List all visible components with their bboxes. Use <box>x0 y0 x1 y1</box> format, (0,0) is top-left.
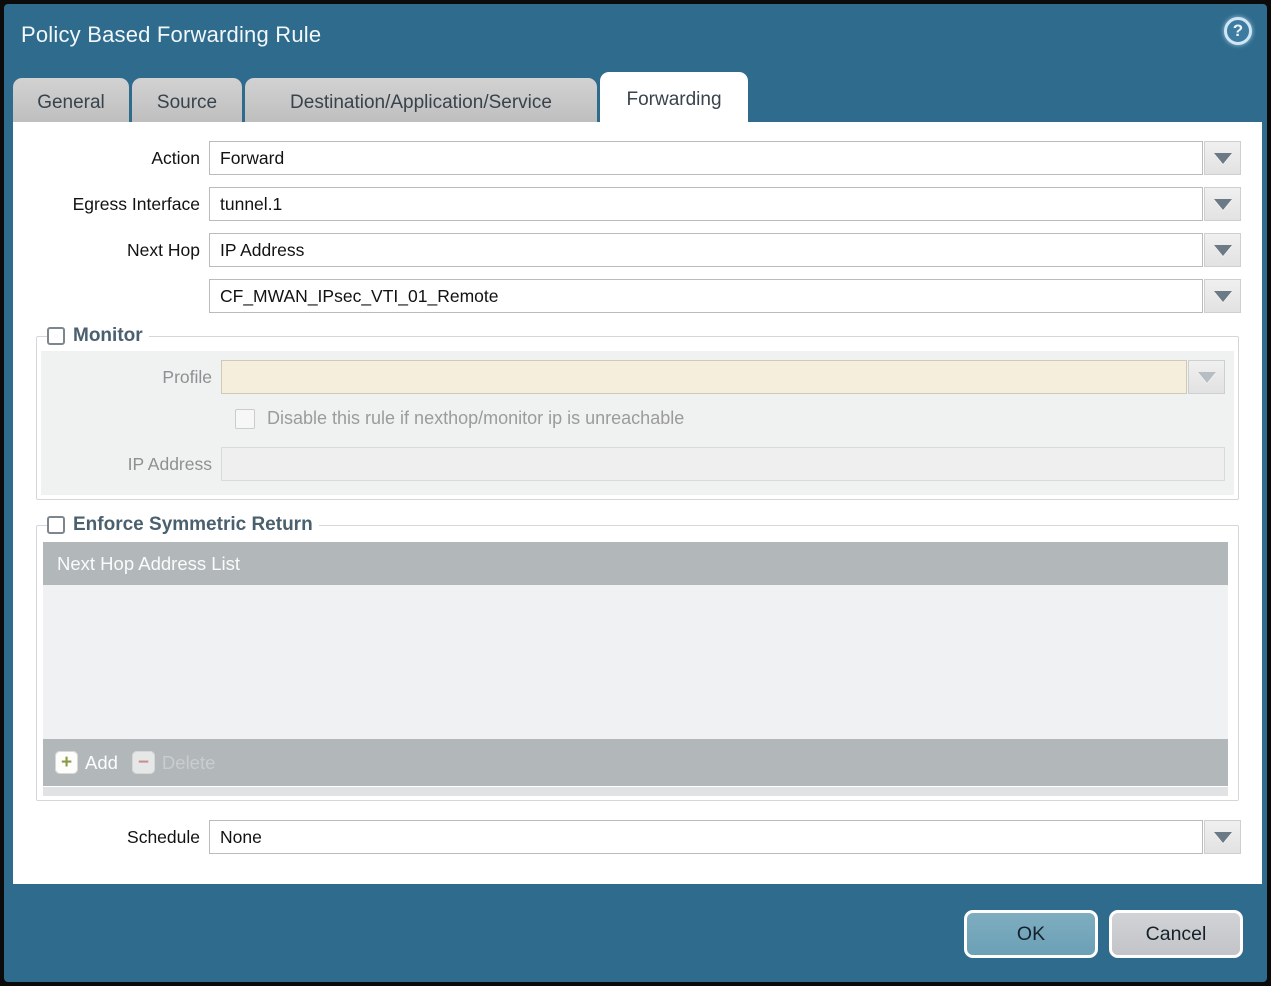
chevron-down-icon <box>1213 831 1232 843</box>
chevron-down-icon <box>1213 290 1232 302</box>
monitor-checkbox[interactable] <box>47 327 65 345</box>
next-hop-address-list-body[interactable] <box>43 585 1228 739</box>
minus-icon: − <box>131 751 155 774</box>
next-hop-address-table: Next Hop Address List + Add − Delete <box>43 542 1228 796</box>
egress-interface-dropdown-button[interactable] <box>1204 187 1241 221</box>
pbf-rule-dialog: Policy Based Forwarding Rule ? General S… <box>4 4 1267 982</box>
next-hop-address-select[interactable]: CF_MWAN_IPsec_VTI_01_Remote <box>209 279 1203 313</box>
delete-button: − Delete <box>131 751 216 774</box>
dialog-titlebar: Policy Based Forwarding Rule ? <box>4 4 1267 68</box>
chevron-down-icon <box>1213 198 1232 210</box>
action-label: Action <box>151 147 200 168</box>
profile-row: Profile <box>41 360 1234 394</box>
symmetric-return-checkbox[interactable] <box>47 516 65 534</box>
add-button-label: Add <box>85 751 118 773</box>
disable-rule-checkbox <box>235 408 255 429</box>
chevron-down-icon <box>1197 371 1216 383</box>
tab-general[interactable]: General <box>13 78 129 128</box>
action-dropdown-button[interactable] <box>1204 141 1241 175</box>
tab-source[interactable]: Source <box>132 78 242 128</box>
next-hop-dropdown-button[interactable] <box>1204 233 1241 267</box>
next-hop-address-row: CF_MWAN_IPsec_VTI_01_Remote <box>13 279 1262 313</box>
symmetric-return-fieldset: Enforce Symmetric Return Next Hop Addres… <box>36 514 1239 801</box>
tab-destination-application-service[interactable]: Destination/Application/Service <box>245 78 597 128</box>
monitor-panel: Profile Disable this rule if nexthop/mon… <box>41 351 1234 495</box>
tab-content-forwarding: Action Forward Egress Interface tunnel.1… <box>13 122 1262 884</box>
schedule-label: Schedule <box>127 826 200 847</box>
egress-interface-select[interactable]: tunnel.1 <box>209 187 1203 221</box>
add-button[interactable]: + Add <box>55 751 118 774</box>
monitor-ip-row: IP Address <box>41 447 1234 481</box>
delete-button-label: Delete <box>161 751 216 773</box>
next-hop-label: Next Hop <box>127 239 200 260</box>
screen: Policy Based Forwarding Rule ? General S… <box>0 0 1271 986</box>
table-bottom-strip <box>43 787 1228 796</box>
plus-icon: + <box>55 751 78 774</box>
dialog-footer: OK Cancel <box>4 884 1267 982</box>
symmetric-return-legend-label: Enforce Symmetric Return <box>73 514 313 535</box>
chevron-down-icon <box>1213 244 1232 256</box>
next-hop-address-list-header: Next Hop Address List <box>43 542 1228 585</box>
next-hop-row: Next Hop IP Address <box>13 233 1262 267</box>
table-toolbar: + Add − Delete <box>43 739 1228 786</box>
next-hop-address-dropdown-button[interactable] <box>1204 279 1241 313</box>
action-select[interactable]: Forward <box>209 141 1203 175</box>
action-row: Action Forward <box>13 141 1262 175</box>
monitor-ip-input <box>221 447 1225 481</box>
profile-dropdown-button <box>1188 360 1225 394</box>
monitor-fieldset: Monitor Profile Disable this rule if nex… <box>36 325 1239 500</box>
ok-button[interactable]: OK <box>964 910 1098 958</box>
cancel-button[interactable]: Cancel <box>1109 910 1243 958</box>
profile-label: Profile <box>162 366 212 387</box>
symmetric-return-legend: Enforce Symmetric Return <box>47 514 319 536</box>
disable-rule-row: Disable this rule if nexthop/monitor ip … <box>235 408 1234 429</box>
next-hop-type-select[interactable]: IP Address <box>209 233 1203 267</box>
egress-interface-row: Egress Interface tunnel.1 <box>13 187 1262 221</box>
tab-bar: General Source Destination/Application/S… <box>13 72 748 128</box>
monitor-legend-label: Monitor <box>73 325 143 346</box>
schedule-select[interactable]: None <box>209 820 1203 854</box>
schedule-row: Schedule None <box>13 820 1262 854</box>
monitor-ip-label: IP Address <box>127 453 212 474</box>
monitor-legend: Monitor <box>47 325 149 347</box>
disable-rule-label: Disable this rule if nexthop/monitor ip … <box>267 408 685 428</box>
help-icon[interactable]: ? <box>1224 17 1252 45</box>
tab-forwarding[interactable]: Forwarding <box>600 72 748 128</box>
profile-select <box>221 360 1187 394</box>
egress-interface-label: Egress Interface <box>72 193 200 214</box>
dialog-title: Policy Based Forwarding Rule <box>21 22 322 47</box>
schedule-dropdown-button[interactable] <box>1204 820 1241 854</box>
chevron-down-icon <box>1213 152 1232 164</box>
